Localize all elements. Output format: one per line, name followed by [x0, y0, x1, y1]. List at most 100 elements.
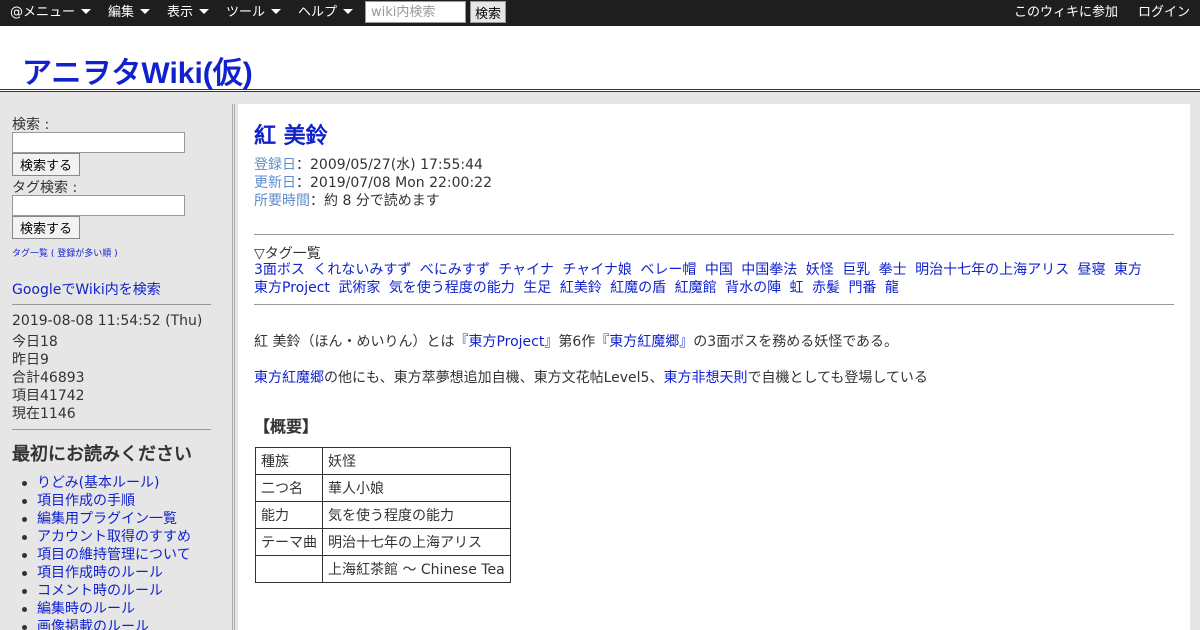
read-first-link[interactable]: コメント時のルール [37, 583, 163, 599]
tag-link[interactable]: 紅美鈴 [560, 280, 602, 296]
text: 紅 美鈴（ほん・めいりん）とは [254, 334, 455, 350]
table-row: 二つ名 華人小娘 [255, 474, 511, 502]
divider [12, 429, 211, 430]
read-first-heading: 最初にお読みください [12, 444, 192, 465]
menu-at-menu[interactable]: @メニュー [10, 0, 92, 26]
read-first-link[interactable]: 編集用プラグイン一覧 [37, 511, 177, 527]
chevron-down-icon [199, 9, 210, 14]
list-item: 編集時のルール [22, 600, 191, 618]
table-value: 華人小娘 [322, 474, 511, 502]
table-key: テーマ曲 [255, 528, 323, 556]
counter-today: 今日18 [12, 334, 58, 350]
tag-link[interactable]: 龍 [885, 280, 899, 296]
read-first-link[interactable]: 項目作成時のルール [37, 565, 163, 581]
site-title[interactable]: アニヲタWiki(仮) [22, 48, 253, 92]
tag-link[interactable]: 生足 [523, 280, 551, 296]
tag-link[interactable]: 拳士 [879, 262, 907, 278]
read-first-link[interactable]: アカウント取得のすすめ [37, 529, 191, 545]
tag-link[interactable]: チャイナ娘 [562, 262, 632, 278]
page-title[interactable]: 紅 美鈴 [254, 118, 328, 150]
link-touhou-project[interactable]: 『東方Project』 [454, 334, 558, 350]
sidebar-search-input[interactable] [12, 132, 185, 153]
tag-link[interactable]: 中国拳法 [741, 262, 797, 278]
counter-items: 項目41742 [12, 388, 85, 404]
meta-key: 登録日 [254, 157, 296, 173]
tag-link[interactable]: 紅魔の盾 [610, 280, 666, 296]
tag-list: 3面ボス くれないみすず べにみすず チャイナ チャイナ娘 ベレー帽 中国 中国… [254, 261, 1174, 297]
read-first-link[interactable]: 項目作成の手順 [37, 493, 135, 509]
tag-link[interactable]: 3面ボス [254, 262, 305, 278]
meta-value: ：約 8 分で読めます [310, 193, 440, 209]
table-value: 明治十七年の上海アリス [322, 528, 511, 556]
meta-value: ：2019/07/08 Mon 22:00:22 [296, 175, 492, 191]
overview-heading: 【概要】 [254, 417, 319, 436]
menu-help[interactable]: ヘルプ [298, 0, 354, 26]
tag-link[interactable]: 昼寝 [1078, 262, 1106, 278]
meta-key: 更新日 [254, 175, 296, 191]
tag-link[interactable]: 紅魔館 [675, 280, 717, 296]
list-item: コメント時のルール [22, 582, 191, 600]
read-first-list: りどみ(基本ルール) 項目作成の手順 編集用プラグイン一覧 アカウント取得のすす… [22, 474, 191, 630]
tag-search-label: タグ検索 : [12, 180, 78, 196]
menu-view[interactable]: 表示 [167, 0, 210, 26]
table-value: 気を使う程度の能力 [322, 501, 511, 529]
tag-link[interactable]: くれないみすず [313, 262, 411, 278]
list-item: 画像掲載のルール [22, 618, 191, 630]
google-search-link[interactable]: GoogleでWiki内を検索 [12, 279, 161, 299]
login-link[interactable]: ログイン [1138, 0, 1190, 26]
counter-datetime: 2019-08-08 11:54:52 (Thu) [12, 313, 203, 329]
tag-search-input[interactable] [12, 195, 185, 216]
menu-tools[interactable]: ツール [226, 0, 282, 26]
tag-link[interactable]: 虹 [790, 280, 804, 296]
read-first-link[interactable]: 項目の維持管理について [37, 547, 191, 563]
link-koumakyou[interactable]: 東方紅魔郷 [254, 370, 324, 386]
tag-link[interactable]: ベレー帽 [640, 262, 696, 278]
table-key: 二つ名 [255, 474, 323, 502]
read-first-link[interactable]: りどみ(基本ルール) [37, 475, 160, 491]
table-key [255, 555, 323, 583]
tag-link[interactable]: 中国 [705, 262, 733, 278]
tags-heading[interactable]: ▽タグ一覧 [254, 243, 321, 263]
tag-link[interactable]: 明治十七年の上海アリス [915, 262, 1069, 278]
divider [12, 304, 211, 305]
table-row: 上海紅茶館 ～ Chinese Tea [255, 555, 511, 583]
read-first-link[interactable]: 画像掲載のルール [37, 619, 149, 630]
list-item: アカウント取得のすすめ [22, 528, 191, 546]
wiki-search-button[interactable]: 検索 [470, 1, 506, 23]
updated-date: 更新日：2019/07/08 Mon 22:00:22 [254, 172, 492, 192]
read-first-link[interactable]: 編集時のルール [37, 601, 135, 617]
join-wiki-link[interactable]: このウィキに参加 [1014, 0, 1118, 26]
link-koumakyou[interactable]: 『東方紅魔郷』 [595, 334, 693, 350]
menu-label: ツール [226, 5, 266, 20]
tag-link[interactable]: べにみすず [420, 262, 490, 278]
sidebar: 検索 : 検索する タグ検索 : 検索する タグ一覧 ( 登録が多い順 ) Go… [0, 96, 232, 630]
tag-link[interactable]: 背水の陣 [725, 280, 781, 296]
tag-search-button[interactable]: 検索する [12, 216, 80, 239]
list-item: 項目作成時のルール [22, 564, 191, 582]
menu-edit[interactable]: 編集 [108, 0, 151, 26]
tag-list-link[interactable]: タグ一覧 ( 登録が多い順 ) [12, 246, 118, 259]
menu-label: @メニュー [10, 5, 76, 20]
meta-value: ：2009/05/27(水) 17:55:44 [296, 157, 483, 173]
tag-link[interactable]: 気を使う程度の能力 [389, 280, 515, 296]
intro-paragraph-2: 東方紅魔郷の他にも、東方萃夢想追加自機、東方文花帖Level5、東方非想天則で自… [254, 367, 928, 387]
text: の他にも、東方萃夢想追加自機、東方文花帖Level5、 [324, 370, 664, 386]
site-header: アニヲタWiki(仮) [0, 26, 1200, 92]
counter-now: 現在1146 [12, 406, 76, 422]
intro-paragraph-1: 紅 美鈴（ほん・めいりん）とは『東方Project』第6作『東方紅魔郷』の3面ボ… [254, 331, 898, 351]
tag-link[interactable]: 東方 [1114, 262, 1142, 278]
tag-link[interactable]: 武術家 [338, 280, 380, 296]
tag-link[interactable]: チャイナ [498, 262, 554, 278]
wiki-search-input[interactable] [365, 1, 466, 23]
counter-yesterday: 昨日9 [12, 352, 49, 368]
tag-link[interactable]: 赤髪 [812, 280, 840, 296]
tag-link[interactable]: 東方Project [254, 280, 330, 296]
link-hisoutensoku[interactable]: 東方非想天則 [663, 370, 747, 386]
list-item: りどみ(基本ルール) [22, 474, 191, 492]
sidebar-search-button[interactable]: 検索する [12, 153, 80, 176]
tag-link[interactable]: 門番 [848, 280, 876, 296]
table-key: 能力 [255, 501, 323, 529]
divider [254, 234, 1174, 235]
tag-link[interactable]: 妖怪 [806, 262, 834, 278]
tag-link[interactable]: 巨乳 [842, 262, 870, 278]
